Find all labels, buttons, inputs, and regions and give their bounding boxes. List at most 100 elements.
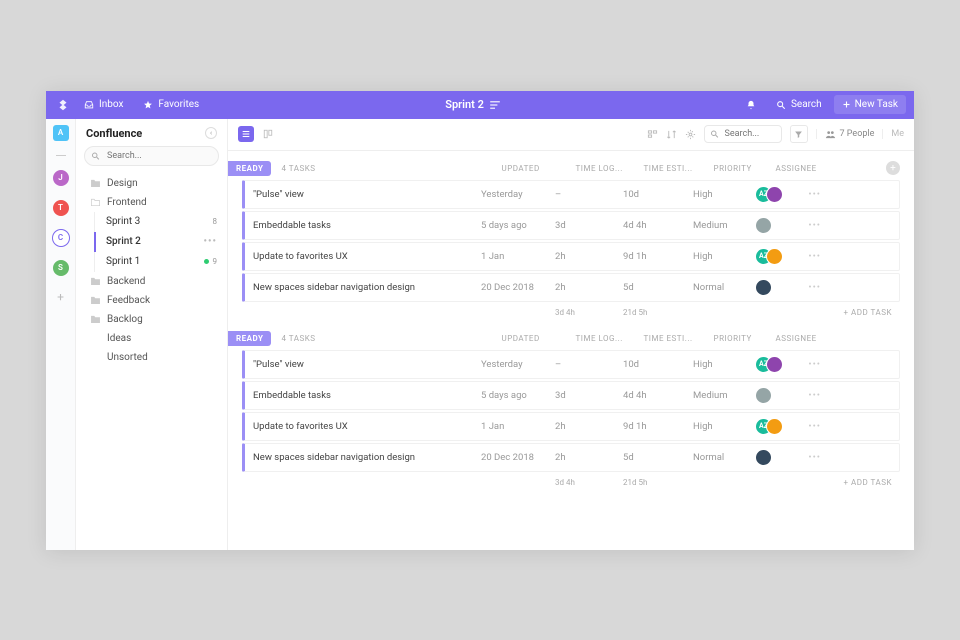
settings-icon[interactable] [685, 129, 696, 140]
task-assignees: AZ [755, 248, 803, 265]
total-estimate: 21d 5h [623, 478, 693, 487]
task-menu-icon[interactable]: ••• [803, 359, 821, 370]
app-logo-icon[interactable] [54, 96, 72, 114]
col-assignee[interactable]: ASSIGNEE [776, 334, 824, 343]
sidebar: Confluence ‹ DesignFrontendSprint 38Spri… [76, 119, 228, 550]
sidebar-item-ideas[interactable]: Ideas [80, 329, 227, 348]
task-count: 4 TASKS [281, 164, 315, 173]
task-time-estimate: 9d 1h [623, 421, 693, 432]
total-logged: 3d 4h [555, 308, 623, 317]
sidebar-item-backlog[interactable]: Backlog [80, 310, 227, 329]
bell-icon [746, 100, 756, 110]
col-time-estimate[interactable]: TIME ESTI... [644, 164, 714, 173]
workspace-c[interactable]: C [53, 230, 69, 246]
sidebar-item-backend[interactable]: Backend [80, 272, 227, 291]
task-row[interactable]: Embeddable tasks5 days ago3d4d 4hMedium•… [242, 381, 900, 410]
col-updated[interactable]: UPDATED [502, 164, 576, 173]
group-footer: 3d 4h21d 5h+ ADD TASK [242, 474, 900, 501]
column-headers: UPDATEDTIME LOG...TIME ESTI...PRIORITYAS… [326, 164, 876, 173]
workspace-j[interactable]: J [53, 170, 69, 186]
task-priority: Medium [693, 390, 755, 401]
avatar[interactable] [755, 387, 772, 404]
sidebar-tree: DesignFrontendSprint 38Sprint 2•••Sprint… [76, 174, 227, 367]
sidebar-item-sprint-1[interactable]: Sprint 19 [80, 252, 227, 272]
avatar[interactable] [755, 217, 772, 234]
task-menu-icon[interactable]: ••• [803, 282, 821, 293]
task-updated: Yesterday [481, 189, 555, 200]
task-row[interactable]: Update to favorites UX1 Jan2h9d 1hHighAZ… [242, 242, 900, 271]
avatar[interactable] [755, 279, 772, 296]
notifications-button[interactable] [738, 96, 764, 114]
task-row[interactable]: "Pulse" viewYesterday–10dHighAZ••• [242, 350, 900, 379]
avatar[interactable] [766, 248, 783, 265]
group-icon[interactable] [647, 129, 658, 140]
new-task-button[interactable]: New Task [834, 95, 906, 114]
col-priority[interactable]: PRIORITY [714, 334, 776, 343]
sidebar-item-feedback[interactable]: Feedback [80, 291, 227, 310]
col-time-logged[interactable]: TIME LOG... [576, 164, 644, 173]
task-menu-icon[interactable]: ••• [803, 452, 821, 463]
search-button[interactable]: Search [768, 95, 830, 114]
sidebar-item-sprint-2[interactable]: Sprint 2••• [80, 232, 227, 252]
col-updated[interactable]: UPDATED [502, 334, 576, 343]
inbox-icon [84, 100, 94, 110]
workspace-s[interactable]: S [53, 260, 69, 276]
col-priority[interactable]: PRIORITY [714, 164, 776, 173]
col-assignee[interactable]: ASSIGNEE [776, 164, 824, 173]
task-row[interactable]: "Pulse" viewYesterday–10dHighAZ••• [242, 180, 900, 209]
board-view-button[interactable] [260, 126, 276, 142]
add-column-button[interactable]: + [886, 161, 900, 175]
task-row[interactable]: Update to favorites UX1 Jan2h9d 1hHighAZ… [242, 412, 900, 441]
task-assignees [755, 217, 803, 234]
sidebar-item-unsorted[interactable]: Unsorted [80, 348, 227, 367]
folder-icon [90, 178, 101, 188]
col-time-estimate[interactable]: TIME ESTI... [644, 334, 714, 343]
add-task-button[interactable]: + ADD TASK [843, 478, 892, 487]
avatar[interactable] [766, 418, 783, 435]
task-menu-icon[interactable]: ••• [803, 251, 821, 262]
people-button[interactable]: 7 People [816, 129, 875, 139]
task-time-logged: 3d [555, 220, 623, 231]
workspace-a[interactable]: A [53, 125, 69, 141]
task-assignees: AZ [755, 356, 803, 373]
task-time-logged: 2h [555, 251, 623, 262]
status-pill[interactable]: READY [228, 161, 271, 176]
task-menu-icon[interactable]: ••• [803, 390, 821, 401]
sidebar-item-frontend[interactable]: Frontend [80, 193, 227, 212]
task-row[interactable]: New spaces sidebar navigation design20 D… [242, 443, 900, 472]
add-workspace-button[interactable]: + [57, 290, 64, 304]
avatar[interactable] [755, 449, 772, 466]
col-time-logged[interactable]: TIME LOG... [576, 334, 644, 343]
filter-button[interactable] [790, 125, 808, 143]
workspace-t[interactable]: T [53, 200, 69, 216]
sidebar-search-input[interactable] [84, 146, 219, 166]
task-priority: High [693, 251, 755, 262]
avatar[interactable] [766, 356, 783, 373]
task-row[interactable]: Embeddable tasks5 days ago3d4d 4hMedium•… [242, 211, 900, 240]
favorites-button[interactable]: Favorites [135, 95, 207, 114]
task-priority: High [693, 359, 755, 370]
task-menu-icon[interactable]: ••• [803, 220, 821, 231]
inbox-button[interactable]: Inbox [76, 95, 131, 114]
collapse-sidebar-button[interactable]: ‹ [205, 127, 217, 139]
task-row[interactable]: New spaces sidebar navigation design20 D… [242, 273, 900, 302]
rail-divider [56, 155, 66, 156]
task-title: "Pulse" view [253, 189, 481, 200]
status-pill[interactable]: READY [228, 331, 271, 346]
main-search [704, 125, 782, 143]
avatar[interactable] [766, 186, 783, 203]
task-menu-icon[interactable]: ••• [803, 421, 821, 432]
task-menu-icon[interactable]: ••• [803, 189, 821, 200]
task-time-estimate: 10d [623, 189, 693, 200]
folder-icon [90, 295, 101, 305]
sort-icon[interactable] [666, 129, 677, 140]
list-view-button[interactable] [238, 126, 254, 142]
me-button[interactable]: Me [882, 129, 904, 139]
item-menu-icon[interactable]: ••• [204, 236, 218, 247]
sidebar-item-sprint-3[interactable]: Sprint 38 [80, 212, 227, 232]
topbar-title[interactable]: Sprint 2 [207, 98, 738, 111]
add-task-button[interactable]: + ADD TASK [843, 308, 892, 317]
inbox-label: Inbox [99, 99, 123, 110]
sidebar-item-design[interactable]: Design [80, 174, 227, 193]
task-time-estimate: 5d [623, 282, 693, 293]
